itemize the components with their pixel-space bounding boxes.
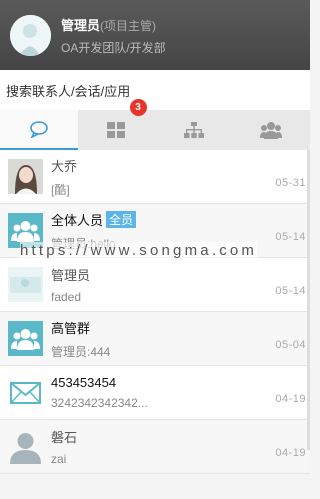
tab-bar: 3 [0,99,311,150]
conversation-preview: zai [51,452,67,466]
list-item[interactable]: 高管群 管理员:444 05-04 [0,312,310,366]
user-role: (项目主管) [100,18,157,33]
watermark-text: https://www.songma.com [20,242,258,259]
conversation-time: 05-14 [275,231,306,243]
conversation-title: 大乔 [51,158,78,174]
conversation-list: 大乔 [酷] 05-31 全体人员 全员 管理员:hello 05-14 [0,150,310,474]
conversation-title: 高管群 [51,320,91,336]
list-item[interactable]: 管理员 faded 05-14 [0,258,310,312]
avatar [8,267,43,302]
conversation-preview: faded [51,290,82,304]
conversation-title: 全体人员 [51,212,104,228]
tab-apps[interactable]: 3 [78,99,156,150]
avatar[interactable] [10,14,51,56]
default-person-icon [8,429,43,464]
tab-conversations[interactable] [0,110,78,150]
notification-badge: 3 [129,99,147,116]
group-icon [8,321,43,356]
profile-header: 管理员(项目主管) OA开发团队/开发部 [0,0,310,70]
conversation-title: 453453454 [51,375,117,390]
list-item[interactable]: 大乔 [酷] 05-31 [0,150,310,204]
conversation-time: 05-31 [275,177,306,189]
conversation-preview: [酷] [51,182,70,197]
conversation-title: 磐石 [51,430,78,445]
conversation-time: 04-19 [275,447,306,459]
conversation-title: 管理员 [51,268,91,283]
mail-icon [8,375,43,410]
list-item[interactable]: 453453454 3242342342342... 04-19 [0,366,310,420]
tab-groups[interactable] [233,110,311,150]
scrollbar[interactable] [307,150,310,450]
list-item[interactable]: 磐石 zai 04-19 [0,420,310,474]
search-input[interactable]: 搜索联系人/会话/应用 [0,70,310,110]
user-name: 管理员 [61,17,101,33]
apps-grid-icon [107,122,126,138]
tab-organization[interactable] [155,110,233,150]
conversation-time: 04-19 [275,393,306,405]
search-placeholder: 搜索联系人/会话/应用 [6,83,131,99]
conversation-preview: 管理员:444 [51,344,111,359]
conversation-time: 05-14 [275,285,306,297]
conversation-preview: 3242342342342... [51,396,148,410]
department-label: OA开发团队/开发部 [61,40,166,55]
all-members-tag: 全员 [106,210,137,228]
avatar [8,159,43,194]
group-people-icon [260,122,283,139]
conversation-time: 05-04 [275,339,306,351]
org-chart-icon [183,122,204,138]
chat-bubble-icon [29,121,48,138]
